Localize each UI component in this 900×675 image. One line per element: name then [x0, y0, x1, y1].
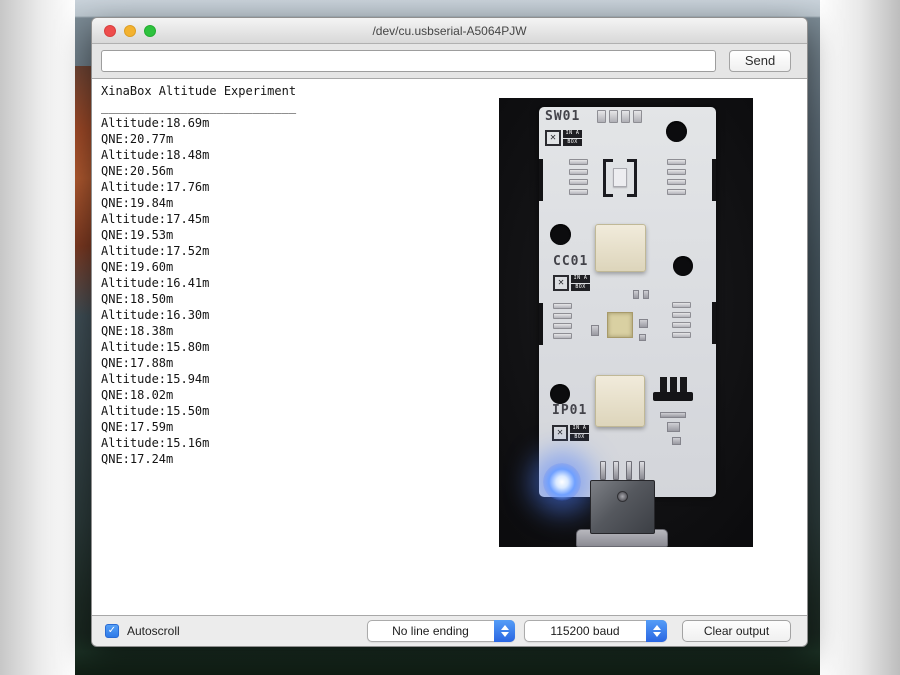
cc01-left-pads: [553, 303, 572, 339]
module-label-cc01: CC01: [553, 254, 589, 269]
mounting-hole: [673, 256, 693, 276]
window-title: /dev/cu.usbserial-A5064PJW: [372, 24, 527, 38]
window-titlebar[interactable]: /dev/cu.usbserial-A5064PJW: [92, 18, 807, 44]
autoscroll-checkbox[interactable]: ✓: [105, 624, 119, 638]
page-right-gradient: [820, 0, 900, 675]
cc01-rtc-chip: [607, 312, 633, 338]
stepper-icon: [494, 620, 515, 642]
mounting-hole: [550, 384, 570, 404]
xinabox-logo-text-top: IN A: [563, 130, 582, 138]
serial-output-console[interactable]: XinaBox Altitude Experiment ____________…: [92, 78, 807, 616]
xinabox-x-icon: ✕: [545, 130, 561, 146]
minimize-button[interactable]: [124, 25, 136, 37]
zoom-button[interactable]: [144, 25, 156, 37]
xinabox-logo-sw01: ✕ IN A BOX: [545, 130, 582, 146]
xbus-connector: [595, 375, 645, 427]
stepper-icon: [646, 620, 667, 642]
mounting-hole: [550, 224, 571, 245]
ip01-switch: [653, 392, 693, 401]
send-row: Send: [92, 44, 807, 78]
screenshot-stage: /dev/cu.usbserial-A5064PJW Send XinaBox …: [0, 0, 900, 675]
module-label-sw01: SW01: [545, 109, 581, 124]
sw01-sensor-chip: [603, 159, 637, 197]
mounting-hole: [666, 121, 687, 142]
usb-screw: [617, 491, 628, 502]
checkmark-icon: ✓: [107, 625, 117, 636]
line-ending-select[interactable]: No line ending: [367, 620, 515, 642]
xinabox-board-photo: SW01 ✕ IN A BOX CC01 ✕ IN A BOX IP01 ✕ I…: [499, 98, 753, 547]
statusbar: ✓ Autoscroll No line ending 115200 baud …: [92, 616, 807, 646]
clear-output-button[interactable]: Clear output: [682, 620, 791, 642]
xinabox-x-icon: ✕: [553, 275, 569, 291]
status-led-blue: [543, 463, 581, 501]
send-button[interactable]: Send: [729, 50, 791, 72]
xbus-connector: [595, 224, 646, 272]
autoscroll-label: Autoscroll: [127, 624, 180, 638]
xinabox-x-icon: ✕: [552, 425, 568, 441]
sw01-left-pads: [569, 159, 588, 195]
baud-rate-value: 115200 baud: [550, 624, 620, 638]
xinabox-logo-ip01: ✕ IN A BOX: [552, 425, 589, 441]
xinabox-logo-cc01: ✕ IN A BOX: [553, 275, 590, 291]
serial-monitor-window: /dev/cu.usbserial-A5064PJW Send XinaBox …: [91, 17, 808, 647]
xinabox-pcb: SW01 ✕ IN A BOX CC01 ✕ IN A BOX IP01 ✕ I…: [539, 107, 716, 501]
module-label-ip01: IP01: [552, 403, 588, 418]
xinabox-logo-text-bottom: BOX: [563, 138, 582, 146]
cc01-right-pads: [672, 302, 691, 338]
close-button[interactable]: [104, 25, 116, 37]
baud-rate-select[interactable]: 115200 baud: [524, 620, 667, 642]
usb-pins: [600, 461, 645, 480]
traffic-lights: [104, 25, 156, 37]
console-title-line: XinaBox Altitude Experiment: [101, 84, 297, 98]
sw01-right-pads: [667, 159, 686, 195]
usb-connector: [590, 480, 655, 534]
sw01-top-pads: [597, 110, 642, 123]
page-left-gradient: [0, 0, 75, 675]
serial-input[interactable]: [101, 50, 716, 72]
line-ending-value: No line ending: [392, 624, 469, 638]
